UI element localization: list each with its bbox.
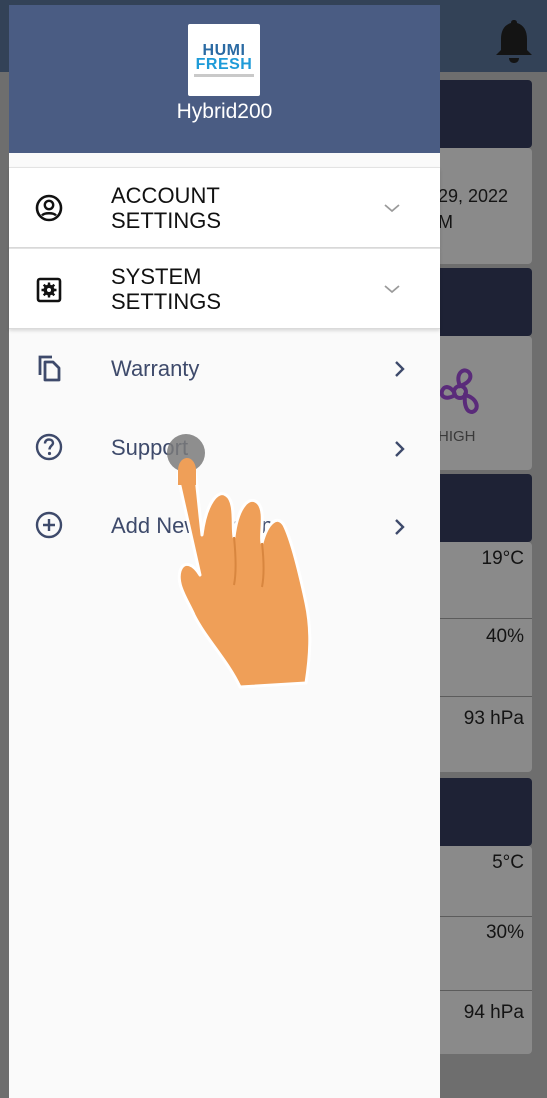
device-name: Hybrid200 (176, 100, 273, 123)
logo-line-2: FRESH (195, 56, 253, 73)
bg-date-sub: M (438, 212, 453, 232)
system-settings-section[interactable]: SYSTEM SETTINGS (9, 248, 440, 329)
chevron-right-icon (395, 519, 405, 535)
warranty-label: Warranty (111, 356, 200, 381)
bg-section-header (430, 268, 532, 336)
bg-date-text: 29, 2022 (438, 186, 509, 206)
humifresh-logo: HUMI FRESH (188, 24, 260, 96)
settings-gear-box-icon (36, 277, 62, 303)
account-settings-label: ACCOUNT SETTINGS (111, 183, 222, 233)
bg-section-header (430, 474, 532, 542)
outdoor-humidity: 30% (485, 922, 524, 943)
system-settings-label: SYSTEM SETTINGS (111, 264, 222, 314)
logo-swoosh (194, 74, 254, 77)
menu-item-warranty[interactable]: Warranty (9, 339, 440, 399)
indoor-temperature: 19°C (481, 548, 524, 569)
bg-indoor-card (430, 542, 532, 772)
indoor-humidity: 40% (485, 626, 524, 647)
copy-document-icon (38, 355, 61, 382)
account-circle-icon (35, 194, 63, 222)
notification-bell-icon[interactable] (494, 18, 534, 64)
indoor-pressure: 93 hPa (463, 708, 524, 729)
chevron-down-icon[interactable] (382, 279, 402, 299)
bg-section-header (430, 778, 532, 846)
add-circle-icon (35, 511, 63, 539)
chevron-right-icon (395, 361, 405, 377)
outdoor-temperature: 5°C (492, 852, 524, 873)
fan-level-label: HIGH (438, 428, 476, 445)
fan-icon (439, 368, 479, 415)
divider (430, 916, 532, 917)
drawer-header: HUMI FRESH Hybrid200 (9, 5, 440, 153)
tap-hand-icon (167, 434, 312, 689)
help-circle-icon (35, 433, 63, 461)
chevron-down-icon[interactable] (382, 198, 402, 218)
divider (430, 990, 532, 991)
account-settings-section[interactable]: ACCOUNT SETTINGS (9, 167, 440, 248)
divider (430, 618, 532, 619)
outdoor-pressure: 94 hPa (463, 1002, 524, 1023)
divider (430, 696, 532, 697)
bg-section-header (430, 80, 532, 148)
chevron-right-icon (395, 441, 405, 457)
